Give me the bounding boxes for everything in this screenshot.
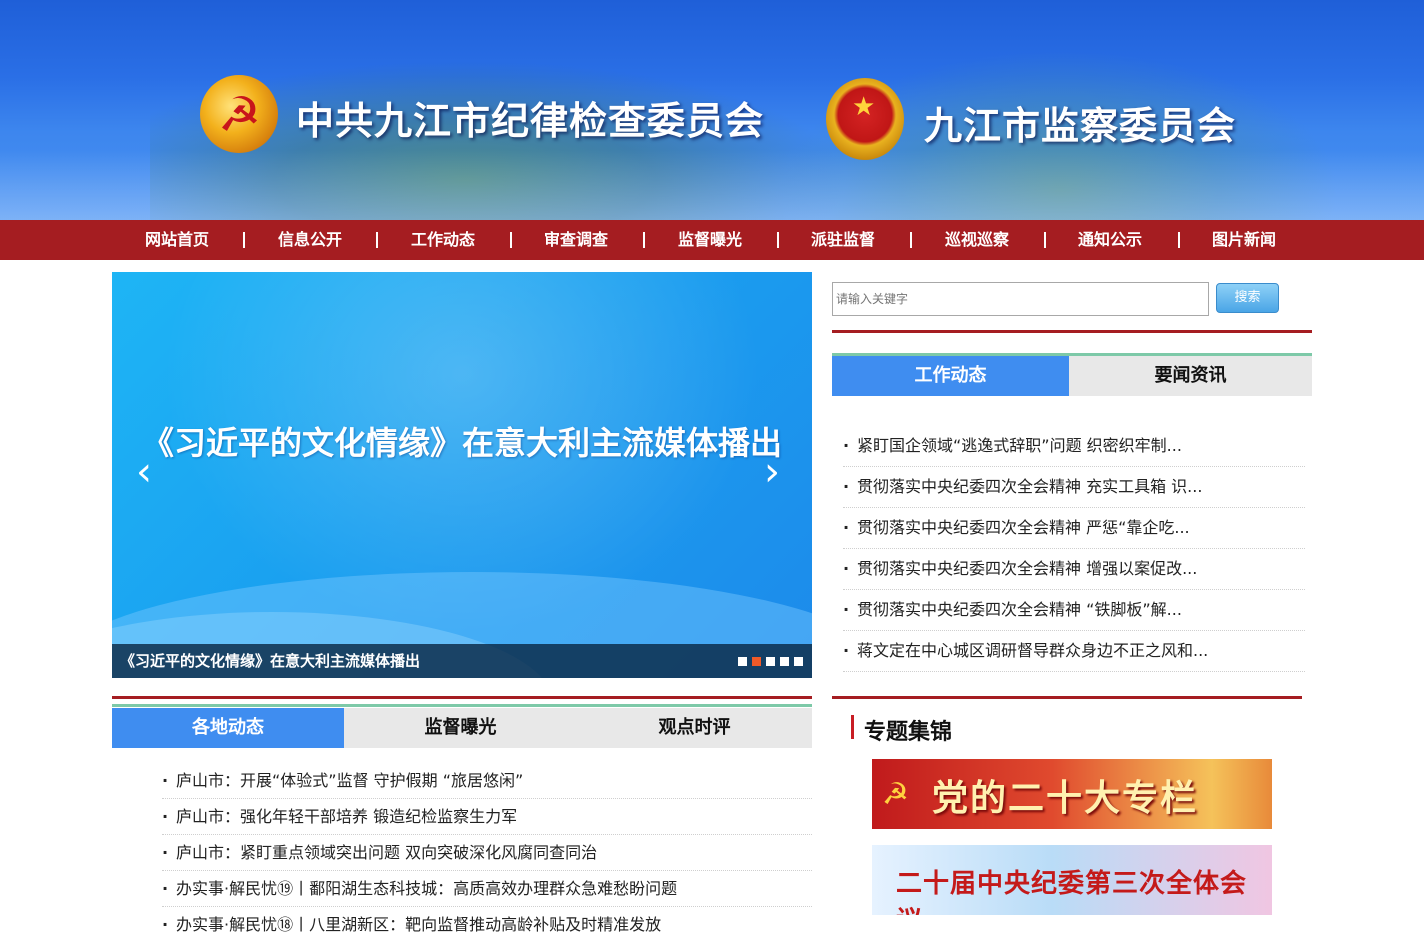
list-item-title[interactable]: 贯彻落实中央纪委四次全会精神 严惩“靠企吃... — [857, 518, 1190, 537]
nav-divider — [510, 232, 512, 248]
nav-divider — [376, 232, 378, 248]
list-item-title[interactable]: 办实事·解民忧⑱丨八里湖新区：靶向监督推动高龄补贴及时精准发放 — [176, 915, 661, 934]
topic-banner-title: 党的二十大专栏 — [932, 777, 1199, 819]
chevron-left-icon[interactable]: ‹ — [136, 452, 152, 492]
list-item-title[interactable]: 贯彻落实中央纪委四次全会精神 增强以案促改... — [857, 559, 1197, 578]
list-item[interactable]: · 蒋文定在中心城区调研督导群众身边不正之风和... — [843, 633, 1305, 672]
list-item[interactable]: · 庐山市：紧盯重点领域突出问题 双向突破深化风腐同查同治 — [162, 836, 812, 871]
left-tabbar: 各地动态 监督曝光 观点时评 — [112, 708, 812, 748]
nav-item-inspection[interactable]: 巡视巡察 — [912, 220, 1042, 260]
news-slider[interactable]: 《习近平的文化情缘》在意大利主流媒体播出 ‹ › 《习近平的文化情缘》在意大利主… — [112, 272, 812, 678]
nav-item-photo-news[interactable]: 图片新闻 — [1179, 220, 1309, 260]
list-item-title[interactable]: 办实事·解民忧⑲丨鄱阳湖生态科技城：高质高效办理群众急难愁盼问题 — [176, 879, 677, 898]
tab-key-news[interactable]: 要闻资讯 — [1069, 356, 1312, 396]
tab-local-news[interactable]: 各地动态 — [112, 708, 344, 748]
list-item[interactable]: · 贯彻落实中央纪委四次全会精神 “铁脚板”解... — [843, 592, 1305, 631]
list-item[interactable]: · 贯彻落实中央纪委四次全会精神 充实工具箱 识... — [843, 469, 1305, 508]
nav-item-info-disclosure[interactable]: 信息公开 — [245, 220, 375, 260]
site-title-right: 九江市监察委员会 — [924, 104, 1237, 148]
list-item[interactable]: · 办实事·解民忧⑱丨八里湖新区：靶向监督推动高龄补贴及时精准发放 — [162, 908, 812, 934]
list-item-title[interactable]: 庐山市：开展“体验式”监督 守护假期 “旅居悠闲” — [176, 771, 523, 790]
nav-item-home[interactable]: 网站首页 — [112, 220, 242, 260]
slider-dot[interactable] — [780, 657, 789, 666]
list-item-title[interactable]: 蒋文定在中心城区调研督导群众身边不正之风和... — [857, 641, 1208, 660]
site-title-left: 中共九江市纪律检查委员会 — [296, 99, 765, 143]
header-banner: ☭ 中共九江市纪律检查委员会 ★ 九江市监察委员会 — [0, 0, 1424, 220]
slider-dot[interactable] — [794, 657, 803, 666]
chevron-right-icon[interactable]: › — [764, 452, 780, 492]
slider-dot-active[interactable] — [752, 657, 761, 666]
nav-item-notices[interactable]: 通知公示 — [1045, 220, 1175, 260]
right-tabbar: 工作动态 要闻资讯 — [832, 356, 1312, 396]
list-item-title[interactable]: 庐山市：强化年轻干部培养 锻造纪检监察生力军 — [176, 807, 517, 826]
list-item[interactable]: · 庐山市：开展“体验式”监督 守护假期 “旅居悠闲” — [162, 764, 812, 799]
section-marker — [851, 715, 854, 739]
nav-item-investigation[interactable]: 审查调查 — [511, 220, 641, 260]
national-emblem-icon: ★ — [826, 78, 904, 160]
slider-dot[interactable] — [766, 657, 775, 666]
list-item[interactable]: · 紧盯国企领域“逃逸式辞职”问题 织密织牢制... — [843, 428, 1305, 467]
nav-divider — [777, 232, 779, 248]
list-item-title[interactable]: 庐山市：紧盯重点领域突出问题 双向突破深化风腐同查同治 — [176, 843, 597, 862]
slider-caption-bar: 《习近平的文化情缘》在意大利主流媒体播出 — [112, 644, 812, 678]
list-item[interactable]: · 庐山市：强化年轻干部培养 锻造纪检监察生力军 — [162, 800, 812, 835]
nav-divider — [1044, 232, 1046, 248]
nav-divider — [910, 232, 912, 248]
nav-item-stationed-supervision[interactable]: 派驻监督 — [778, 220, 908, 260]
section-divider — [832, 330, 1312, 333]
nav-divider — [1178, 232, 1180, 248]
topics-heading: 专题集锦 — [864, 720, 953, 745]
tab-commentary[interactable]: 观点时评 — [577, 708, 812, 748]
tab-top-line — [112, 704, 812, 707]
topic-banner-title: 二十届中央纪委第三次全体会议 — [896, 869, 1248, 915]
search-button[interactable]: 搜索 — [1216, 283, 1279, 313]
party-emblem-icon: ☭ — [200, 75, 278, 153]
slider-headline[interactable]: 《习近平的文化情缘》在意大利主流媒体播出 — [112, 418, 812, 464]
slider-dot[interactable] — [738, 657, 747, 666]
party-emblem-icon: ☭ — [882, 777, 909, 812]
nav-divider — [243, 232, 245, 248]
nav-item-work-news[interactable]: 工作动态 — [378, 220, 508, 260]
list-item-title[interactable]: 贯彻落实中央纪委四次全会精神 充实工具箱 识... — [857, 477, 1202, 496]
main-nav: 网站首页 信息公开 工作动态 审查调查 监督曝光 派驻监督 巡视巡察 通知公示 … — [0, 220, 1424, 260]
topic-banner-plenary-session[interactable]: 二十届中央纪委第三次全体会议 — [872, 845, 1272, 915]
list-item[interactable]: · 办实事·解民忧⑲丨鄱阳湖生态科技城：高质高效办理群众急难愁盼问题 — [162, 872, 812, 907]
section-divider — [112, 696, 812, 699]
nav-item-exposure[interactable]: 监督曝光 — [645, 220, 775, 260]
list-item-title[interactable]: 贯彻落实中央纪委四次全会精神 “铁脚板”解... — [857, 600, 1182, 619]
nav-divider — [643, 232, 645, 248]
search-input[interactable] — [832, 282, 1209, 316]
tab-work-news[interactable]: 工作动态 — [832, 356, 1069, 396]
banner-mist — [0, 150, 1424, 220]
list-item[interactable]: · 贯彻落实中央纪委四次全会精神 严惩“靠企吃... — [843, 510, 1305, 549]
slider-caption[interactable]: 《习近平的文化情缘》在意大利主流媒体播出 — [120, 644, 420, 678]
topic-banner-20th-congress[interactable]: ☭ 党的二十大专栏 — [872, 759, 1272, 829]
list-item-title[interactable]: 紧盯国企领域“逃逸式辞职”问题 织密织牢制... — [857, 436, 1182, 455]
list-item[interactable]: · 贯彻落实中央纪委四次全会精神 增强以案促改... — [843, 551, 1305, 590]
tab-exposure[interactable]: 监督曝光 — [344, 708, 577, 748]
section-divider — [832, 696, 1302, 699]
